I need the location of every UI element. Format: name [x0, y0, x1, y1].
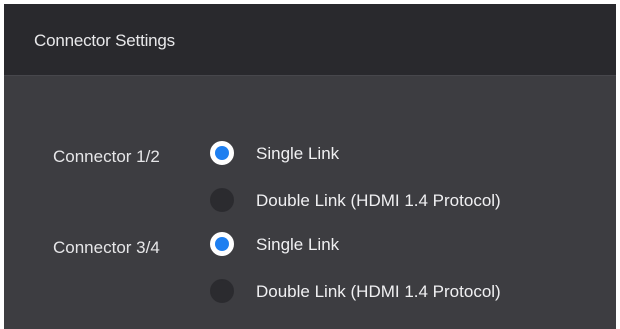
connector-settings-panel: Connector Settings Connector 1/2 Single …	[4, 4, 616, 329]
connector-3-4-single-link-radio[interactable]	[210, 232, 234, 256]
connector-3-4-label: Connector 3/4	[53, 238, 160, 257]
connector-1-2-double-link-label[interactable]: Double Link (HDMI 1.4 Protocol)	[256, 191, 501, 211]
connector-1-2-label: Connector 1/2	[53, 147, 160, 166]
panel-header: Connector Settings	[4, 4, 616, 76]
connector-1-2-double-link-radio[interactable]	[210, 188, 234, 212]
panel-title: Connector Settings	[34, 31, 175, 50]
connector-3-4-double-link-radio[interactable]	[210, 279, 234, 303]
connector-3-4-double-link-label[interactable]: Double Link (HDMI 1.4 Protocol)	[256, 282, 501, 302]
connector-1-2-single-link-radio[interactable]	[210, 141, 234, 165]
connector-3-4-single-link-label[interactable]: Single Link	[256, 235, 339, 255]
connector-1-2-single-link-label[interactable]: Single Link	[256, 144, 339, 164]
